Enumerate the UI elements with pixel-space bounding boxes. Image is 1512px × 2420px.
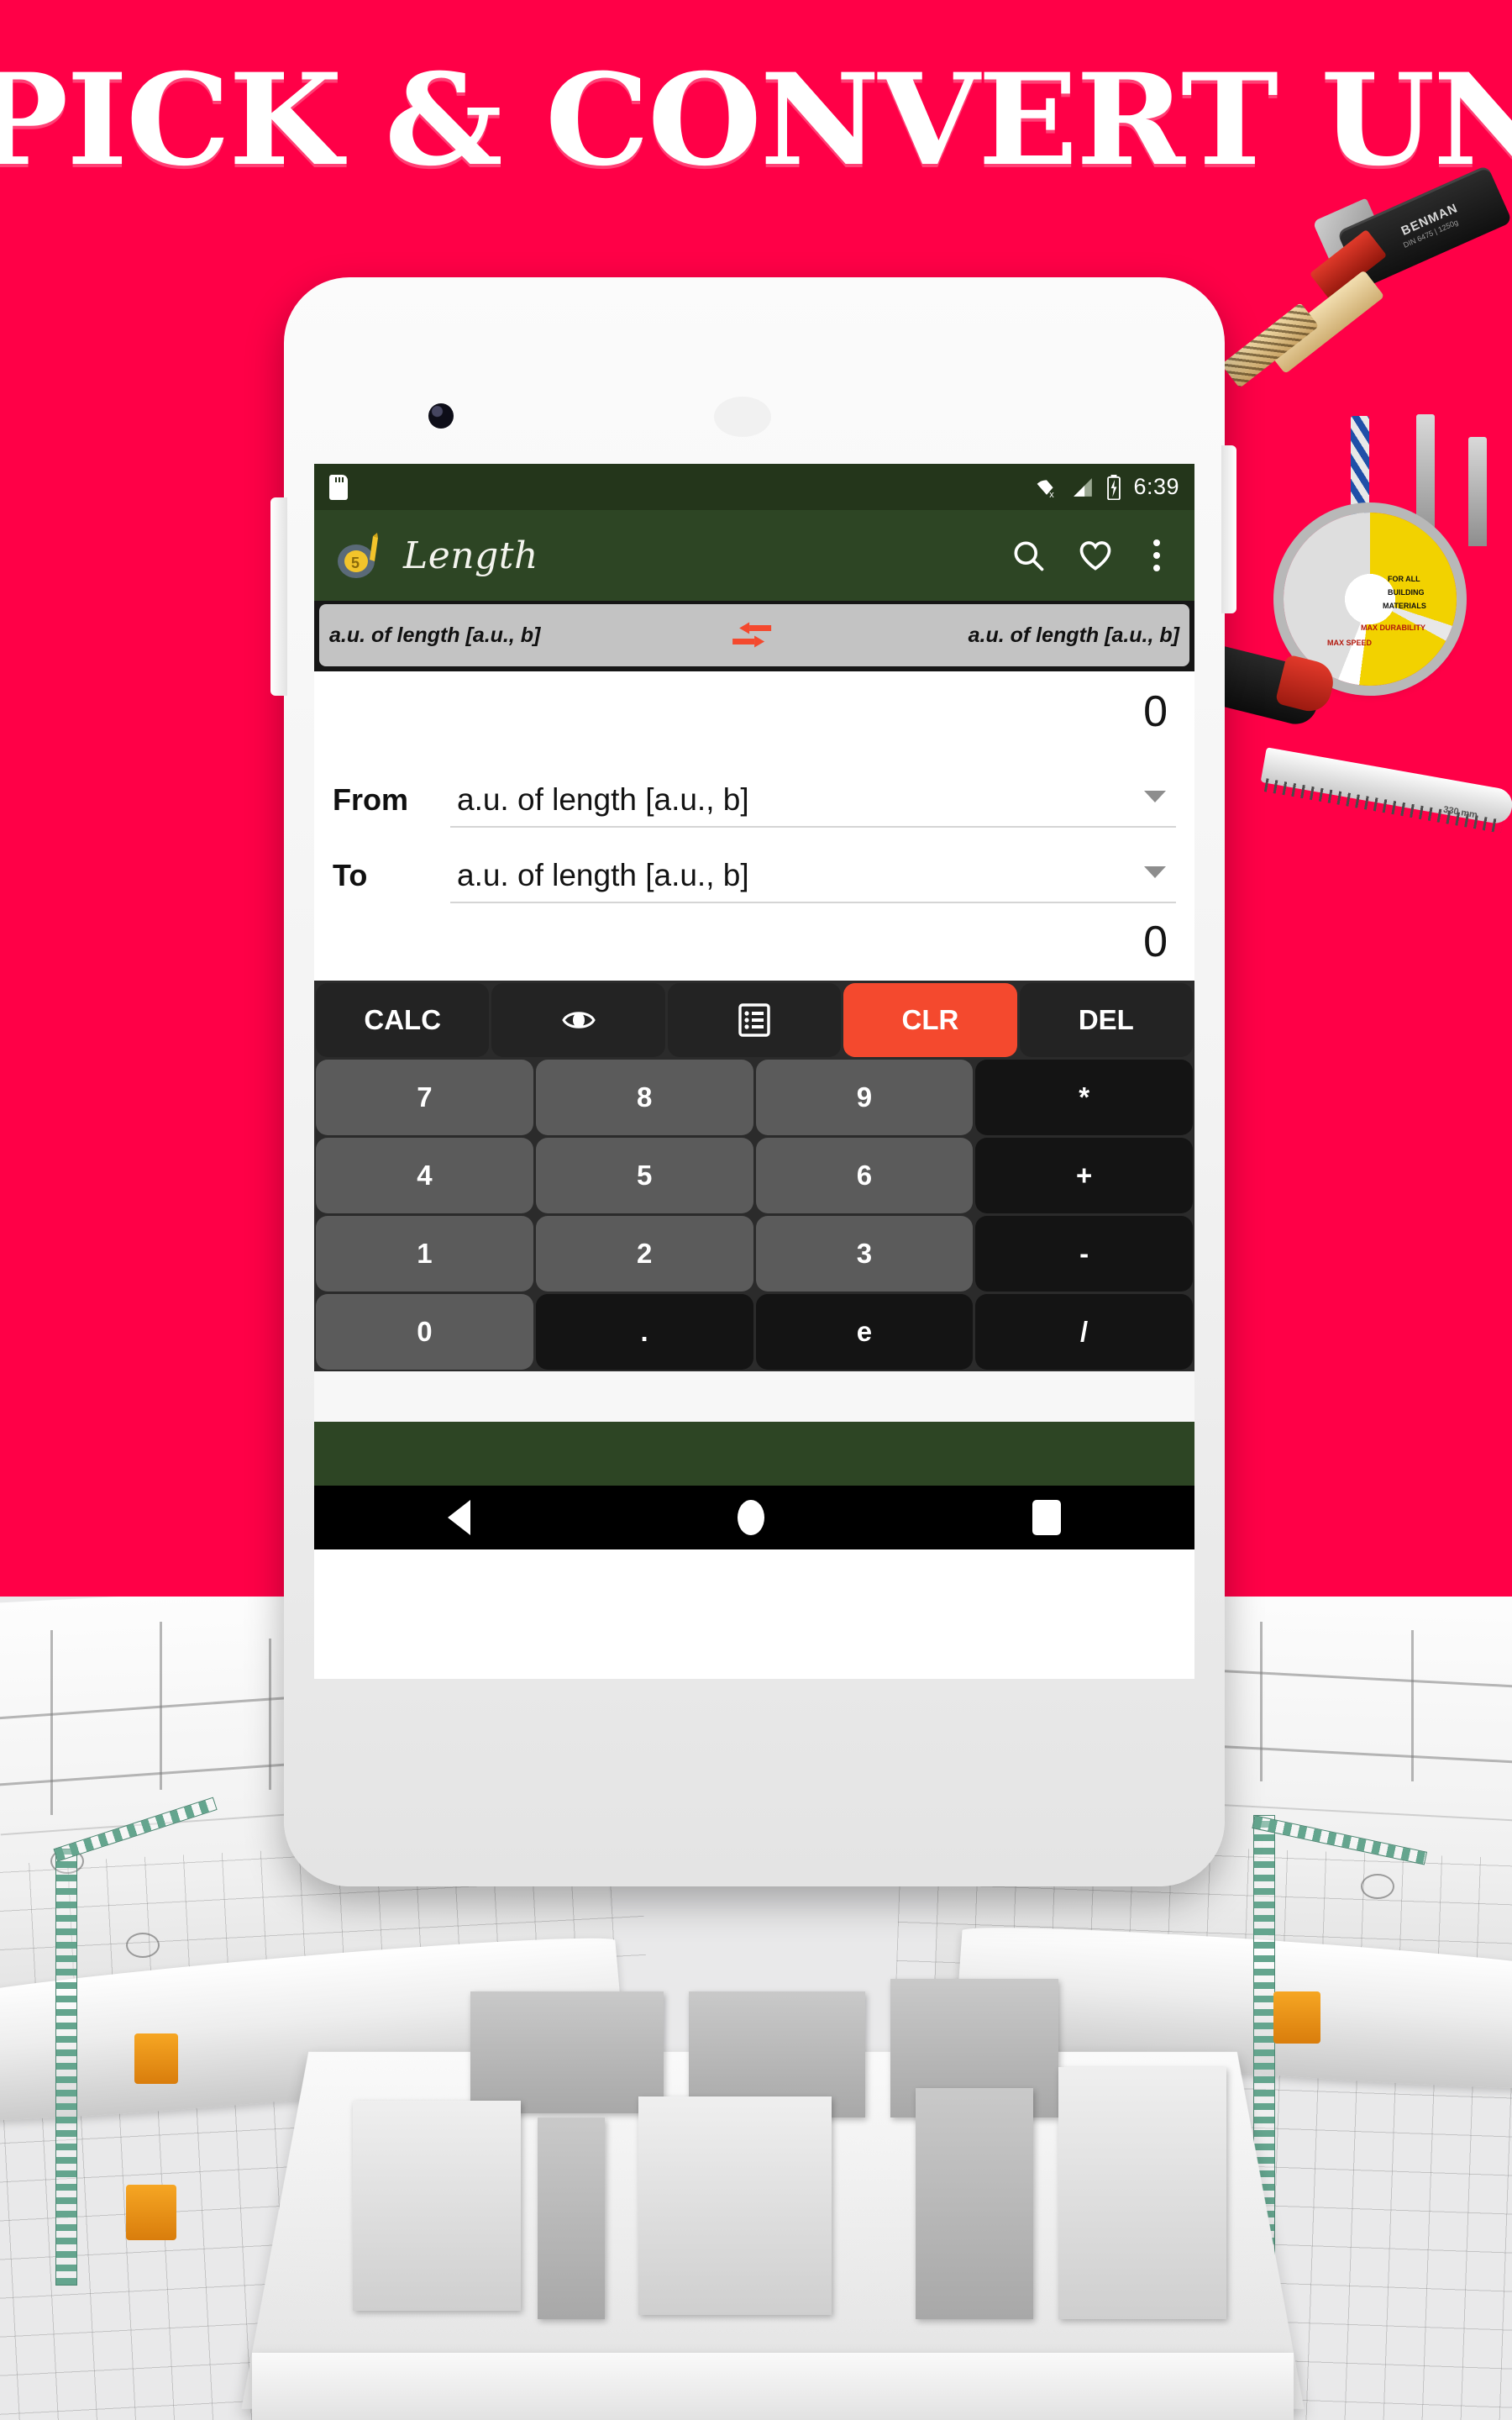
to-unit-spinner[interactable]: a.u. of length [a.u., b]	[450, 858, 1176, 903]
input-value[interactable]: 0	[333, 671, 1176, 752]
keypad-row: 1 2 3 -	[316, 1216, 1193, 1292]
keypad-row: 4 5 6 +	[316, 1138, 1193, 1213]
drill-bit-icon	[1468, 437, 1487, 546]
keypad-row: 0 . e /	[316, 1294, 1193, 1370]
promo-screenshot: PICK & CONVERT UNITS BENMAN DIN 6475 | 1…	[0, 0, 1512, 2420]
calc-button[interactable]: CALC	[316, 983, 490, 1057]
home-nav-icon[interactable]	[738, 1500, 765, 1535]
phone-mockup: x 6:39 5 Length a.u. of length [a.u., b]…	[270, 277, 1236, 1886]
tape-measure-icon: 5	[334, 529, 386, 581]
key-7[interactable]: 7	[316, 1060, 533, 1135]
to-row: To a.u. of length [a.u., b]	[333, 828, 1176, 903]
key-1[interactable]: 1	[316, 1216, 533, 1292]
android-nav-bar	[314, 1486, 1194, 1549]
key-4[interactable]: 4	[316, 1138, 533, 1213]
app-bar: 5 Length	[314, 510, 1194, 601]
from-unit-value: a.u. of length [a.u., b]	[457, 782, 749, 817]
output-value: 0	[1143, 918, 1168, 966]
swap-arrows-icon[interactable]	[727, 617, 776, 654]
key-0[interactable]: 0	[316, 1294, 533, 1370]
key-minus[interactable]: -	[975, 1216, 1193, 1292]
recents-nav-icon[interactable]	[1032, 1500, 1061, 1535]
drill-bit-icon	[1416, 414, 1435, 544]
delete-button[interactable]: DEL	[1019, 983, 1194, 1057]
from-unit-spinner[interactable]: a.u. of length [a.u., b]	[450, 782, 1176, 828]
key-2[interactable]: 2	[535, 1216, 753, 1292]
keypad: CALC CLR DEL 7 8 9 * 4 5 6 + 1 2 3 - 0 .…	[314, 981, 1194, 1371]
overflow-menu-icon[interactable]	[1144, 539, 1169, 571]
key-decimal[interactable]: .	[535, 1294, 753, 1370]
to-unit-value: a.u. of length [a.u., b]	[457, 858, 749, 892]
page-title: PICK & CONVERT UNITS	[0, 46, 1512, 194]
svg-text:5: 5	[351, 555, 360, 571]
key-divide[interactable]: /	[975, 1294, 1193, 1370]
list-icon-button[interactable]	[667, 983, 842, 1057]
page-title: Length	[403, 534, 538, 577]
key-multiply[interactable]: *	[975, 1060, 1193, 1135]
clear-button[interactable]: CLR	[843, 983, 1017, 1057]
swap-bar-container: a.u. of length [a.u., b] a.u. of length …	[314, 601, 1194, 671]
status-bar: x 6:39	[314, 464, 1194, 510]
key-3[interactable]: 3	[755, 1216, 974, 1292]
svg-text:x: x	[1050, 489, 1055, 497]
chevron-down-icon	[1144, 866, 1166, 878]
swap-to-unit: a.u. of length [a.u., b]	[968, 623, 1179, 647]
key-9[interactable]: 9	[755, 1060, 974, 1135]
swap-bar[interactable]: a.u. of length [a.u., b] a.u. of length …	[319, 604, 1189, 666]
key-8[interactable]: 8	[535, 1060, 753, 1135]
key-plus[interactable]: +	[975, 1138, 1193, 1213]
keypad-row: 7 8 9 *	[316, 1060, 1193, 1135]
heart-icon[interactable]	[1077, 537, 1114, 574]
swap-from-unit: a.u. of length [a.u., b]	[329, 623, 541, 647]
signal-bars-icon	[1071, 476, 1095, 498]
converter-body: 0 From a.u. of length [a.u., b] To a.u. …	[314, 671, 1194, 981]
volume-button[interactable]	[270, 497, 287, 696]
status-bar-clock: 6:39	[1133, 474, 1179, 499]
key-6[interactable]: 6	[755, 1138, 974, 1213]
from-label: From	[333, 782, 408, 817]
power-button[interactable]	[1221, 445, 1236, 613]
chevron-down-icon	[1144, 791, 1166, 802]
function-row: CALC CLR DEL	[316, 983, 1194, 1057]
bottom-accent-bar	[314, 1422, 1194, 1486]
tools-collage: BENMAN DIN 6475 | 1250g FOR ALL BUILDING…	[1157, 165, 1512, 834]
search-icon[interactable]	[1010, 537, 1047, 574]
earpiece-speaker	[714, 397, 771, 437]
wifi-off-icon: x	[1034, 476, 1059, 498]
to-label: To	[333, 858, 368, 892]
eye-icon-button[interactable]	[491, 983, 665, 1057]
front-camera-icon	[428, 403, 454, 429]
back-nav-icon[interactable]	[448, 1500, 471, 1535]
battery-charging-icon	[1106, 474, 1121, 500]
sd-card-icon	[329, 474, 348, 500]
key-5[interactable]: 5	[535, 1138, 753, 1213]
phone-screen: x 6:39 5 Length a.u. of length [a.u., b]…	[314, 464, 1194, 1679]
keypad-bottom-spacer	[314, 1371, 1194, 1422]
from-row: From a.u. of length [a.u., b]	[333, 752, 1176, 828]
key-exponent[interactable]: e	[755, 1294, 974, 1370]
